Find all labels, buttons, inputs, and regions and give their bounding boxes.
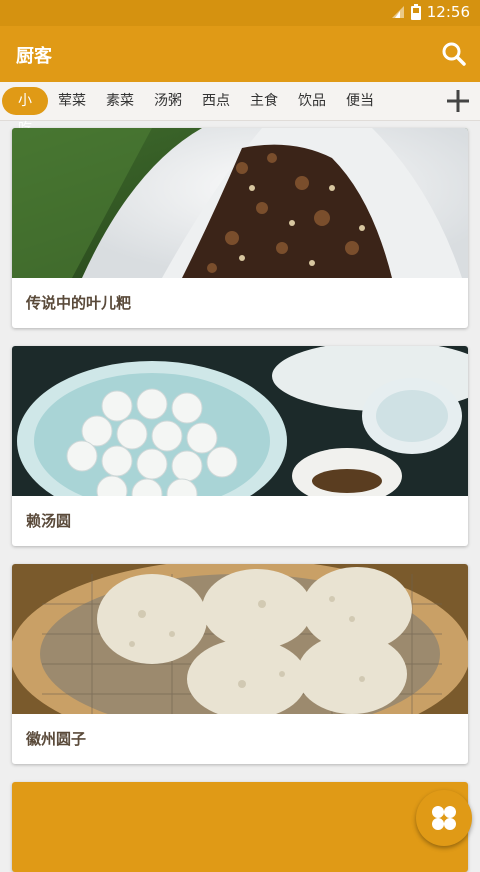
recipe-image (12, 128, 468, 278)
recipe-card[interactable]: 传说中的叶儿粑 (12, 128, 468, 328)
tab-xidian[interactable]: 西点 (200, 87, 232, 115)
recipe-title: 赖汤圆 (26, 512, 72, 530)
tab-xiaochi[interactable]: 小吃 (2, 87, 48, 137)
add-icon (447, 90, 469, 112)
recipe-card[interactable] (12, 782, 468, 872)
search-icon (442, 42, 466, 66)
tab-sucai[interactable]: 素菜 (104, 87, 136, 115)
search-button[interactable] (436, 36, 472, 72)
status-time: 12:56 (426, 3, 470, 21)
signal-icon (391, 6, 404, 18)
tab-yinpin[interactable]: 饮品 (296, 87, 328, 115)
category-tabs: 小吃 荤菜 素菜 汤粥 西点 主食 饮品 便当 (0, 82, 480, 137)
tab-zhushi[interactable]: 主食 (248, 87, 280, 115)
app-bar: 厨客 (0, 26, 480, 82)
add-category-button[interactable] (444, 87, 472, 115)
recipe-image (12, 564, 468, 714)
tab-biandang[interactable]: 便当 (344, 87, 376, 115)
recipe-image (12, 346, 468, 496)
status-bar: 12:56 (0, 0, 480, 26)
recipe-title: 传说中的叶儿粑 (26, 294, 132, 312)
battery-icon (410, 4, 421, 20)
grid-icon (432, 806, 456, 830)
menu-fab-button[interactable] (416, 790, 472, 846)
recipe-title: 徽州圆子 (26, 730, 87, 748)
recipe-title (12, 782, 468, 832)
tab-tangzhou[interactable]: 汤粥 (152, 87, 184, 115)
app-title: 厨客 (16, 46, 52, 67)
recipe-card[interactable]: 徽州圆子 (12, 564, 468, 764)
tab-huncai[interactable]: 荤菜 (56, 87, 88, 115)
recipe-card[interactable]: 赖汤圆 (12, 346, 468, 546)
